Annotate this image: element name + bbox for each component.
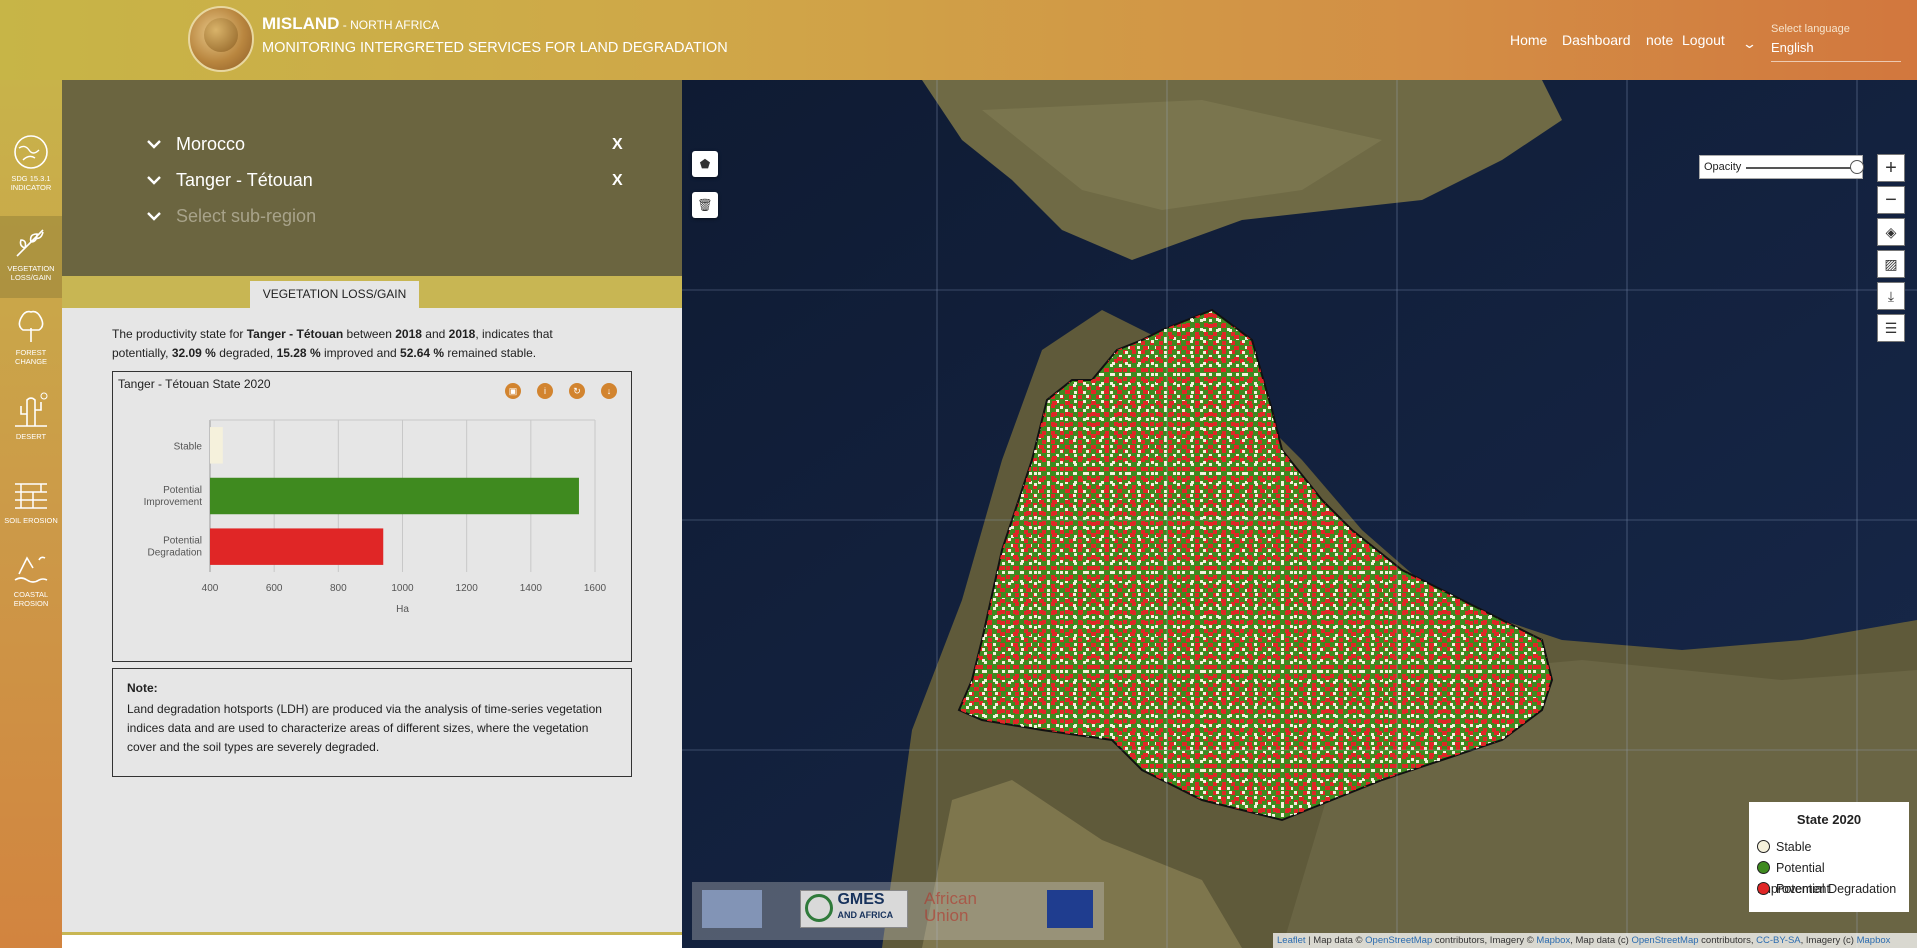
- misland-logo[interactable]: [188, 6, 254, 72]
- category-label: Potential Improvement: [144, 485, 203, 508]
- nav-dashboard[interactable]: Dashboard: [1562, 32, 1631, 48]
- x-tick-label: 1400: [520, 583, 543, 594]
- sidebar-label: FOREST CHANGE: [14, 348, 48, 366]
- opacity-track[interactable]: [1746, 167, 1856, 169]
- legend-item-degradation: Potential Degradation: [1757, 879, 1901, 900]
- sidebar-item-vegetation[interactable]: VEGETATION LOSS/GAIN: [0, 216, 62, 298]
- bar-stable: [210, 427, 223, 464]
- state-chart: Tanger - Tétouan State 2020 ▣ i ↻ ↓ 400 6…: [112, 371, 632, 662]
- leaflet-link[interactable]: Leaflet: [1277, 935, 1306, 946]
- note-box: Note: Land degradation hotsports (LDH) a…: [112, 668, 632, 777]
- brand-title: MISLAND - NORTH AFRICA: [262, 14, 439, 34]
- language-label: Select language: [1771, 23, 1850, 35]
- clear-country-button[interactable]: X: [612, 136, 623, 154]
- x-axis-label: Ha: [396, 604, 409, 615]
- license-link[interactable]: CC-BY-SA: [1756, 935, 1801, 946]
- sidebar-item-sdg[interactable]: SDG 15.3.1 INDICATOR: [0, 132, 62, 214]
- plant-icon: [16, 229, 44, 257]
- country-select[interactable]: Morocco: [146, 134, 245, 155]
- category-label: Stable: [174, 441, 203, 452]
- eu-flag-logo: [1047, 890, 1093, 928]
- x-tick-label: 600: [266, 583, 283, 594]
- opacity-label: Opacity: [1704, 161, 1742, 173]
- map-legend: State 2020 Stable Potential Improvement …: [1749, 802, 1909, 912]
- note-text: Land degradation hotsports (LDH) are pro…: [127, 702, 602, 754]
- bar-potential-degradation: [210, 528, 384, 565]
- indicator-sidebar: SDG 15.3.1 INDICATOR VEGETATION LOSS/GAI…: [0, 80, 62, 948]
- sidebar-label: VEGETATION LOSS/GAIN: [7, 264, 55, 282]
- language-select[interactable]: English: [1771, 40, 1901, 62]
- legend-item-improvement: Potential Improvement: [1757, 861, 1830, 896]
- x-tick-label: 1200: [456, 583, 479, 594]
- region-value: Tanger - Tétouan: [176, 170, 313, 190]
- x-tick-label: 400: [202, 583, 219, 594]
- mapbox-link[interactable]: Mapbox: [1857, 935, 1891, 946]
- brand-name: MISLAND: [262, 14, 340, 33]
- region-selector: Morocco X Tanger - Tétouan X Select sub-…: [62, 80, 682, 276]
- mapbox-link[interactable]: Mapbox: [1536, 935, 1570, 946]
- satellite-map[interactable]: [682, 80, 1917, 948]
- nav-home[interactable]: Home: [1510, 32, 1547, 48]
- african-union-logo: African Union: [924, 889, 977, 925]
- sidebar-label: COASTAL EROSION: [13, 590, 49, 608]
- bar-chart: 400 600 800 1000 1200 1400 1600 Stable Potential…: [144, 419, 607, 615]
- subregion-placeholder: Select sub-region: [176, 206, 317, 226]
- chevron-down-icon[interactable]: ⌄: [1742, 36, 1757, 52]
- x-tick-label: 1600: [584, 583, 607, 594]
- map-view[interactable]: ⬟ 🗑 Opacity + − ◈ ▨ ⤓ ☰ State 2020 Stabl…: [682, 80, 1917, 948]
- chevron-down-icon: [147, 212, 161, 221]
- osm-link[interactable]: OpenStreetMap: [1365, 935, 1432, 946]
- sidebar-item-soil[interactable]: SOIL EROSION: [0, 468, 62, 550]
- country-value: Morocco: [176, 134, 246, 154]
- report-icon[interactable]: ☰: [1877, 314, 1905, 342]
- bar-potential-improvement: [210, 477, 579, 515]
- sidebar-item-coastal[interactable]: COASTAL EROSION: [0, 542, 62, 624]
- brand-subtitle: MONITORING INTERGRETED SERVICES FOR LAND…: [262, 40, 728, 56]
- trash-icon[interactable]: 🗑: [692, 192, 718, 218]
- nav-note[interactable]: note: [1646, 32, 1673, 48]
- clear-region-button[interactable]: X: [612, 172, 623, 190]
- top-header: MISLAND - NORTH AFRICA MONITORING INTERG…: [0, 0, 1917, 80]
- subregion-select[interactable]: Select sub-region: [146, 206, 316, 227]
- brand-region: - NORTH AFRICA: [339, 18, 440, 32]
- image-layer-icon[interactable]: ▨: [1877, 250, 1905, 278]
- indicator-panel: Morocco X Tanger - Tétouan X Select sub-…: [62, 80, 682, 948]
- download-icon[interactable]: ⤓: [1877, 282, 1905, 310]
- opacity-control: Opacity: [1699, 155, 1864, 179]
- sidebar-label: SDG 15.3.1 INDICATOR: [10, 174, 52, 192]
- globe-icon: [14, 135, 48, 169]
- summary-text: The productivity state for Tanger - Této…: [112, 327, 553, 360]
- legend-title: State 2020: [1796, 812, 1862, 827]
- note-title: Note:: [127, 681, 158, 695]
- partner-logos: GMES AND AFRICA African Union: [692, 882, 1104, 940]
- x-tick-label: 1000: [391, 583, 414, 594]
- sidebar-label: DESERT: [15, 432, 47, 441]
- cactus-icon: [15, 392, 48, 427]
- tree-icon: [18, 310, 44, 342]
- opacity-slider-handle[interactable]: [1850, 160, 1864, 174]
- soil-icon: [15, 483, 47, 509]
- legend-item-stable: Stable: [1757, 837, 1901, 858]
- zoom-out-button[interactable]: −: [1877, 186, 1905, 214]
- sidebar-item-desert[interactable]: DESERT: [0, 384, 62, 466]
- au-commission-logo: [702, 890, 762, 928]
- sidebar-label: SOIL EROSION: [4, 516, 58, 525]
- gmes-africa-logo: GMES AND AFRICA: [800, 890, 908, 928]
- x-tick-label: 800: [330, 583, 347, 594]
- nav-logout[interactable]: Logout: [1682, 32, 1725, 48]
- tab-vegetation[interactable]: VEGETATION LOSS/GAIN: [250, 281, 419, 308]
- panel-footer: [62, 932, 682, 948]
- chevron-down-icon: [147, 140, 161, 149]
- coast-icon: [14, 556, 48, 583]
- draw-polygon-icon[interactable]: ⬟: [692, 151, 718, 177]
- tab-strip: VEGETATION LOSS/GAIN: [62, 276, 682, 308]
- region-select[interactable]: Tanger - Tétouan: [146, 170, 313, 191]
- category-label: Potential Degradation: [148, 536, 202, 559]
- zoom-in-button[interactable]: +: [1877, 154, 1905, 182]
- osm-link[interactable]: OpenStreetMap: [1631, 935, 1698, 946]
- map-attribution: Leaflet | Map data © OpenStreetMap contr…: [1273, 933, 1917, 948]
- sidebar-item-forest[interactable]: FOREST CHANGE: [0, 300, 62, 382]
- chevron-down-icon: [147, 176, 161, 185]
- layers-icon[interactable]: ◈: [1877, 218, 1905, 246]
